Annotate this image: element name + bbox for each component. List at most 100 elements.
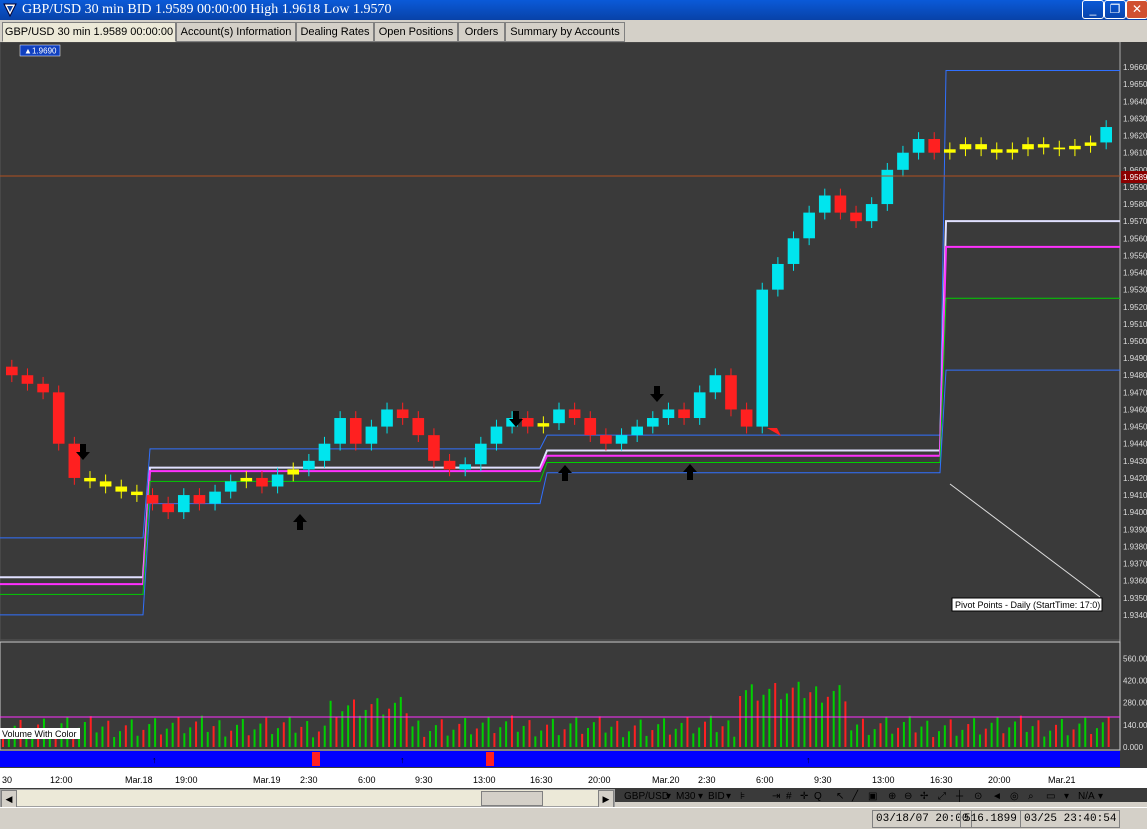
volume-bar <box>224 736 227 747</box>
candle-body <box>318 443 331 461</box>
tab-account-information[interactable]: Account(s) Information <box>176 22 296 42</box>
color-icon[interactable]: ▣ <box>868 790 877 804</box>
grid-icon[interactable]: # <box>786 790 792 804</box>
status-date: 03/18/07 20:00 <box>872 810 973 828</box>
volume-bar <box>1002 733 1005 747</box>
price-chart[interactable]: 1.9660 1.9650 1.9640 1.9630 1.9620 1.9610 1.96… <box>0 42 1147 802</box>
volume-bar <box>1078 723 1081 747</box>
tab-open-positions[interactable]: Open Positions <box>374 22 458 42</box>
volume-bar <box>236 724 238 747</box>
volume-bar <box>978 734 981 747</box>
volume-bar <box>645 735 648 747</box>
period-select[interactable]: M30 <box>676 790 695 804</box>
volume-bar <box>739 696 742 747</box>
candle-body <box>881 169 894 205</box>
price-tick-label: 1.9500 <box>1123 337 1147 346</box>
volume-bar <box>610 726 613 747</box>
tick-icon[interactable]: ⇥ <box>772 790 780 804</box>
volume-bar <box>1031 726 1034 747</box>
candle-body <box>334 418 346 444</box>
time-tick-label: 6:00 <box>756 775 774 785</box>
crosshair-icon[interactable]: ✛ <box>800 790 808 804</box>
candle-body <box>52 392 65 444</box>
pointer-icon[interactable]: ↖ <box>836 790 844 804</box>
candle-body <box>475 443 487 465</box>
price-tick-label: 1.9640 <box>1123 97 1147 106</box>
volume-bar <box>510 715 513 747</box>
volume-bar <box>1025 731 1028 747</box>
price-tick-label: 1.9520 <box>1123 303 1147 312</box>
volume-bar <box>633 725 636 747</box>
volume-bar <box>230 730 233 747</box>
volume-bar <box>183 733 186 747</box>
zoom-in-icon[interactable]: ⊕ <box>888 790 896 804</box>
candle-body <box>553 409 565 424</box>
candle-body <box>897 152 909 170</box>
volume-bar <box>663 718 666 747</box>
time-tick-label: 16:30 <box>530 775 553 785</box>
price-tick-label: 1.9390 <box>1123 525 1147 534</box>
fit-icon[interactable]: ⤢ <box>938 790 946 804</box>
candle-type-icon[interactable]: ⊧ <box>740 790 745 804</box>
candle-body <box>177 495 190 513</box>
target-icon[interactable]: ◎ <box>1010 790 1019 804</box>
volume-bar <box>902 721 905 747</box>
volume-bar <box>756 700 759 747</box>
time-tick-label: Mar.19 <box>253 775 281 785</box>
volume-bar <box>856 724 859 747</box>
zoom-tool-icon[interactable]: Q <box>814 790 822 804</box>
price-tick-label: 1.9440 <box>1123 440 1147 449</box>
indicator-icon[interactable]: ⊙ <box>974 790 982 804</box>
time-tick-label: 9:30 <box>814 775 832 785</box>
candle-body <box>850 212 862 222</box>
horizontal-scrollbar[interactable]: ◀ ▶ <box>0 789 615 808</box>
zoom-out-icon[interactable]: ⊖ <box>904 790 912 804</box>
volume-bar <box>587 728 589 747</box>
volume-bar <box>259 723 262 747</box>
scroll-left-icon[interactable]: ◀ <box>1 790 17 808</box>
volume-bar <box>452 729 455 747</box>
volume-panel <box>0 641 1121 751</box>
level-icon[interactable]: ┼ <box>956 790 963 804</box>
cursor-icon[interactable]: ✢ <box>920 790 928 804</box>
volume-bar <box>1090 734 1093 747</box>
candle-body <box>84 477 96 482</box>
volume-bar <box>990 722 993 747</box>
tab-dealing-rates[interactable]: Dealing Rates <box>296 22 374 42</box>
volume-bar <box>850 730 853 747</box>
candle-body <box>303 460 315 470</box>
expand-icon[interactable]: ▾ <box>1064 790 1069 804</box>
volume-bar <box>89 716 92 747</box>
volume-bar <box>768 688 771 747</box>
search-icon[interactable]: ⌕ <box>1028 790 1034 804</box>
tab-chart[interactable]: GBP/USD 30 min 1.9589 00:00:00 <box>2 22 176 42</box>
tab-summary-by-accounts[interactable]: Summary by Accounts <box>505 22 625 42</box>
close-button[interactable]: ✕ <box>1126 0 1147 19</box>
zoom-level[interactable]: N/A <box>1078 790 1095 804</box>
minimize-button[interactable]: _ <box>1082 0 1104 19</box>
price-tick-label: 1.9420 <box>1123 474 1147 483</box>
volume-bar <box>177 716 180 747</box>
time-tick-label: 13:00 <box>473 775 496 785</box>
volume-bar <box>704 721 706 747</box>
price-tick-label: 1.9570 <box>1123 217 1147 226</box>
price-select[interactable]: BID <box>708 790 725 804</box>
symbol-select[interactable]: GBP/USD <box>624 790 669 804</box>
chart-options-icon[interactable]: ▭ <box>1046 790 1055 804</box>
draw-line-icon[interactable]: ╱ <box>852 790 858 804</box>
volume-bar <box>83 721 86 747</box>
scroll-thumb[interactable] <box>481 791 543 806</box>
tab-orders[interactable]: Orders <box>458 22 505 42</box>
volume-bar <box>282 722 285 747</box>
price-tick-label: 1.9450 <box>1123 423 1147 432</box>
restore-button[interactable]: ❐ <box>1104 0 1126 19</box>
volume-bar <box>1043 736 1046 747</box>
period-back-icon[interactable]: ◄ <box>992 790 1002 804</box>
volume-bar <box>668 734 671 747</box>
volume-tick-label: 280.00 <box>1123 699 1147 708</box>
volume-bar <box>200 715 203 747</box>
candle-body <box>131 491 143 496</box>
volume-bar <box>540 730 543 747</box>
scroll-right-icon[interactable]: ▶ <box>598 790 614 808</box>
volume-bar <box>844 701 847 747</box>
